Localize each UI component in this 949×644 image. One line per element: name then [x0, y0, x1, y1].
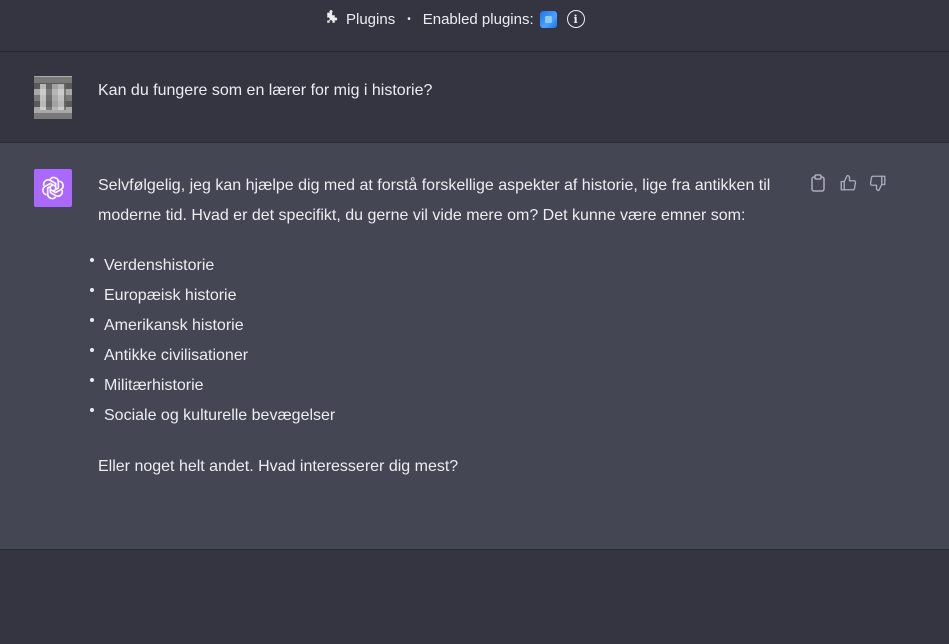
list-item: Amerikansk historie — [90, 311, 788, 341]
assistant-message: Selvfølgelig, jeg kan hjælpe dig med at … — [90, 171, 788, 482]
list-item: Antikke civilisationer — [90, 341, 788, 371]
plugins-label: Plugins — [346, 10, 396, 28]
copy-icon[interactable] — [808, 173, 828, 193]
thumbs-down-icon[interactable] — [868, 173, 888, 193]
assistant-avatar — [34, 169, 72, 207]
topic-list: Verdenshistorie Europæisk historie Ameri… — [90, 251, 788, 431]
message-actions — [808, 173, 888, 193]
user-message-row: Kan du fungere som en lærer for mig i hi… — [0, 52, 949, 143]
top-bar: Plugins • Enabled plugins: i — [0, 0, 949, 52]
assistant-closing: Eller noget helt andet. Hvad interessere… — [98, 458, 459, 475]
openai-logo-icon — [40, 175, 66, 201]
thumbs-up-icon[interactable] — [838, 173, 858, 193]
puzzle-icon — [322, 10, 340, 28]
list-item: Europæisk historie — [90, 281, 788, 311]
plugins-header: Plugins • Enabled plugins: i — [322, 9, 585, 29]
list-item: Sociale og kulturelle bevægelser — [90, 401, 788, 431]
user-message: Kan du fungere som en lærer for mig i hi… — [98, 82, 433, 99]
bottom-area — [0, 550, 949, 644]
assistant-message-row: Selvfølgelig, jeg kan hjælpe dig med at … — [0, 143, 949, 550]
list-item: Militærhistorie — [90, 371, 788, 401]
plugin-badge-icon[interactable] — [539, 10, 557, 28]
info-icon[interactable]: i — [566, 10, 585, 28]
separator-dot: • — [407, 13, 411, 25]
assistant-intro: Selvfølgelig, jeg kan hjælpe dig med at … — [98, 177, 771, 224]
enabled-plugins-label: Enabled plugins: — [422, 10, 534, 28]
user-avatar — [34, 76, 72, 119]
list-item: Verdenshistorie — [90, 251, 788, 281]
